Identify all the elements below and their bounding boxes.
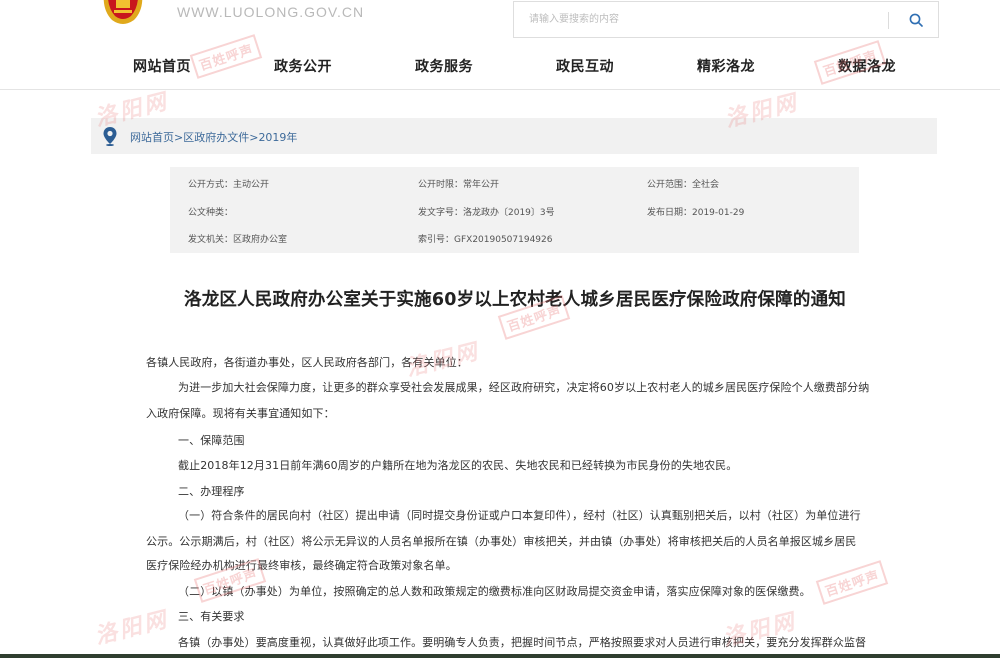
meta-doc-type: 公文种类： bbox=[188, 208, 234, 218]
breadcrumb: 网站首页>区政府办文件>2019年 bbox=[91, 118, 937, 154]
nav-government-affairs[interactable]: 政务公开 bbox=[274, 56, 332, 76]
article-paragraph: 各镇（办事处）要高度重视，认真做好此项工作。要明确专人负责，把握时间节点，严格按… bbox=[178, 636, 867, 649]
national-emblem-icon bbox=[103, 0, 143, 24]
search-button[interactable] bbox=[894, 2, 938, 37]
article-paragraph: 医疗保险经办机构进行最终审核，最终确定符合政策对象名单。 bbox=[146, 559, 457, 572]
meta-open-scope: 公开范围：全社会 bbox=[647, 180, 720, 190]
location-pin-icon bbox=[103, 127, 117, 146]
article-paragraph: 公示。公示期满后，村（社区）将公示无异议的人员名单报所在镇（办事处）审核把关，并… bbox=[146, 535, 857, 548]
article-section-heading: 一、保障范围 bbox=[178, 434, 245, 447]
site-url: WWW.LUOLONG.GOV.CN bbox=[177, 4, 365, 20]
document-meta-table: 公开方式：主动公开 公开时限：常年公开 公开范围：全社会 公文种类： 发文字号：… bbox=[170, 167, 859, 253]
main-nav: 网站首页 政务公开 政务服务 政民互动 精彩洛龙 数据洛龙 bbox=[0, 50, 1000, 84]
breadcrumb-trail: 网站首页>区政府办文件>2019年 bbox=[130, 129, 297, 145]
search-divider bbox=[888, 12, 889, 29]
article-paragraph: （二）以镇（办事处）为单位，按照确定的总人数和政策规定的缴费标准向区财政局提交资… bbox=[178, 585, 811, 598]
article-paragraph: 入政府保障。现将有关事宜通知如下： bbox=[146, 407, 335, 420]
search-input[interactable] bbox=[514, 2, 886, 37]
meta-publish-date: 发布日期：2019-01-29 bbox=[647, 208, 745, 218]
meta-open-period: 公开时限：常年公开 bbox=[418, 180, 500, 190]
meta-index-number: 索引号：GFX20190507194926 bbox=[418, 235, 553, 245]
site-header: WWW.LUOLONG.GOV.CN 网站首页 政务公开 政务服务 政民互动 精… bbox=[0, 0, 1000, 90]
article-salutation: 各镇人民政府，各街道办事处，区人民政府各部门，各有关单位： bbox=[146, 356, 468, 369]
meta-issuer: 发文机关：区政府办公室 bbox=[188, 235, 288, 245]
breadcrumb-year[interactable]: 2019年 bbox=[258, 131, 297, 144]
nav-government-services[interactable]: 政务服务 bbox=[415, 56, 473, 76]
article-paragraph: （一）符合条件的居民向村（社区）提出申请（同时提交身份证或户口本复印件），经村（… bbox=[178, 509, 861, 522]
meta-doc-number: 发文字号：洛龙政办〔2019〕3号 bbox=[418, 208, 555, 218]
nav-luolong-highlights[interactable]: 精彩洛龙 bbox=[697, 56, 755, 76]
meta-open-method: 公开方式：主动公开 bbox=[188, 180, 270, 190]
watermark-stamp: 百姓呼声 bbox=[815, 560, 889, 605]
nav-home[interactable]: 网站首页 bbox=[133, 56, 191, 76]
article-paragraph: 截止2018年12月31日前年满60周岁的户籍所在地为洛龙区的农民、失地农民和已… bbox=[178, 459, 738, 472]
breadcrumb-separator: > bbox=[174, 131, 184, 144]
article-section-heading: 二、办理程序 bbox=[178, 485, 245, 498]
watermark-logo: 洛阳网 bbox=[92, 606, 172, 650]
nav-luolong-data[interactable]: 数据洛龙 bbox=[838, 56, 896, 76]
breadcrumb-home[interactable]: 网站首页 bbox=[130, 131, 174, 144]
nav-interaction[interactable]: 政民互动 bbox=[556, 56, 614, 76]
article-section-heading: 三、有关要求 bbox=[178, 610, 245, 623]
article-title: 洛龙区人民政府办公室关于实施60岁以上农村老人城乡居民医疗保险政府保障的通知 bbox=[184, 290, 846, 310]
bottom-edge-bar bbox=[0, 654, 1000, 658]
search-box bbox=[513, 1, 939, 38]
search-icon bbox=[909, 13, 923, 27]
article-paragraph: 为进一步加大社会保障力度，让更多的群众享受社会发展成果，经区政府研究，决定将60… bbox=[178, 381, 870, 394]
breadcrumb-office-documents[interactable]: 区政府办文件 bbox=[183, 131, 249, 144]
